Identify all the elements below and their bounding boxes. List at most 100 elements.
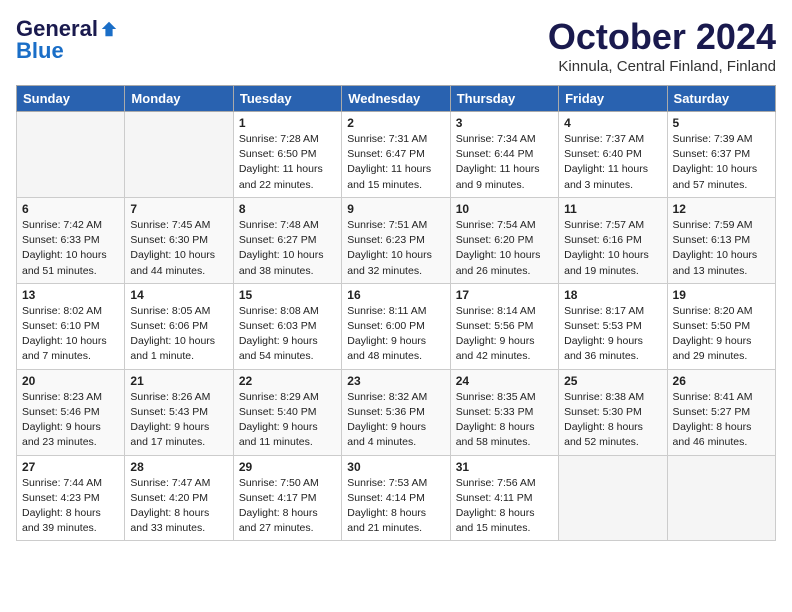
daylight-text: Daylight: 9 hours and 17 minutes. <box>130 421 209 448</box>
calendar-day-cell <box>559 455 667 541</box>
day-detail: Sunrise: 8:29 AM Sunset: 5:40 PM Dayligh… <box>239 390 336 451</box>
day-number: 6 <box>22 202 119 216</box>
sunrise-text: Sunrise: 8:41 AM <box>673 391 753 403</box>
calendar-day-cell: 12 Sunrise: 7:59 AM Sunset: 6:13 PM Dayl… <box>667 197 775 283</box>
sunset-text: Sunset: 4:11 PM <box>456 492 533 504</box>
day-number: 20 <box>22 374 119 388</box>
sunset-text: Sunset: 5:53 PM <box>564 320 642 332</box>
day-detail: Sunrise: 7:28 AM Sunset: 6:50 PM Dayligh… <box>239 132 336 193</box>
sunrise-text: Sunrise: 7:53 AM <box>347 477 427 489</box>
sunset-text: Sunset: 6:30 PM <box>130 234 208 246</box>
calendar-day-cell <box>667 455 775 541</box>
sunset-text: Sunset: 5:50 PM <box>673 320 751 332</box>
day-number: 12 <box>673 202 770 216</box>
day-detail: Sunrise: 7:53 AM Sunset: 4:14 PM Dayligh… <box>347 476 444 537</box>
calendar-day-cell: 15 Sunrise: 8:08 AM Sunset: 6:03 PM Dayl… <box>233 283 341 369</box>
sunrise-text: Sunrise: 8:38 AM <box>564 391 644 403</box>
day-number: 11 <box>564 202 661 216</box>
day-number: 22 <box>239 374 336 388</box>
sunset-text: Sunset: 6:37 PM <box>673 148 751 160</box>
calendar-day-cell: 6 Sunrise: 7:42 AM Sunset: 6:33 PM Dayli… <box>17 197 125 283</box>
calendar-day-cell: 11 Sunrise: 7:57 AM Sunset: 6:16 PM Dayl… <box>559 197 667 283</box>
day-detail: Sunrise: 8:02 AM Sunset: 6:10 PM Dayligh… <box>22 304 119 365</box>
day-number: 23 <box>347 374 444 388</box>
daylight-text: Daylight: 10 hours and 19 minutes. <box>564 249 649 276</box>
calendar-day-cell: 22 Sunrise: 8:29 AM Sunset: 5:40 PM Dayl… <box>233 369 341 455</box>
day-detail: Sunrise: 7:47 AM Sunset: 4:20 PM Dayligh… <box>130 476 227 537</box>
calendar-day-cell: 19 Sunrise: 8:20 AM Sunset: 5:50 PM Dayl… <box>667 283 775 369</box>
sunset-text: Sunset: 5:43 PM <box>130 406 208 418</box>
logo: General Blue <box>16 16 118 64</box>
sunrise-text: Sunrise: 8:05 AM <box>130 305 210 317</box>
calendar-day-cell: 1 Sunrise: 7:28 AM Sunset: 6:50 PM Dayli… <box>233 112 341 198</box>
sunrise-text: Sunrise: 7:51 AM <box>347 219 427 231</box>
sunrise-text: Sunrise: 8:08 AM <box>239 305 319 317</box>
sunrise-text: Sunrise: 7:50 AM <box>239 477 319 489</box>
location: Kinnula, Central Finland, Finland <box>548 58 776 75</box>
day-number: 26 <box>673 374 770 388</box>
calendar-day-cell: 5 Sunrise: 7:39 AM Sunset: 6:37 PM Dayli… <box>667 112 775 198</box>
day-detail: Sunrise: 8:17 AM Sunset: 5:53 PM Dayligh… <box>564 304 661 365</box>
daylight-text: Daylight: 10 hours and 57 minutes. <box>673 163 758 190</box>
sunset-text: Sunset: 4:20 PM <box>130 492 208 504</box>
title-block: October 2024 Kinnula, Central Finland, F… <box>548 16 776 75</box>
day-detail: Sunrise: 8:08 AM Sunset: 6:03 PM Dayligh… <box>239 304 336 365</box>
daylight-text: Daylight: 10 hours and 26 minutes. <box>456 249 541 276</box>
sunset-text: Sunset: 4:14 PM <box>347 492 425 504</box>
calendar-day-cell: 17 Sunrise: 8:14 AM Sunset: 5:56 PM Dayl… <box>450 283 558 369</box>
sunset-text: Sunset: 5:27 PM <box>673 406 751 418</box>
day-detail: Sunrise: 8:23 AM Sunset: 5:46 PM Dayligh… <box>22 390 119 451</box>
day-detail: Sunrise: 7:37 AM Sunset: 6:40 PM Dayligh… <box>564 132 661 193</box>
calendar-day-cell: 16 Sunrise: 8:11 AM Sunset: 6:00 PM Dayl… <box>342 283 450 369</box>
sunset-text: Sunset: 6:33 PM <box>22 234 100 246</box>
day-number: 19 <box>673 288 770 302</box>
calendar-day-cell: 31 Sunrise: 7:56 AM Sunset: 4:11 PM Dayl… <box>450 455 558 541</box>
day-number: 21 <box>130 374 227 388</box>
sunset-text: Sunset: 6:10 PM <box>22 320 100 332</box>
day-detail: Sunrise: 8:32 AM Sunset: 5:36 PM Dayligh… <box>347 390 444 451</box>
daylight-text: Daylight: 11 hours and 15 minutes. <box>347 163 431 190</box>
day-number: 15 <box>239 288 336 302</box>
calendar-day-cell: 28 Sunrise: 7:47 AM Sunset: 4:20 PM Dayl… <box>125 455 233 541</box>
day-number: 29 <box>239 460 336 474</box>
calendar-day-cell: 14 Sunrise: 8:05 AM Sunset: 6:06 PM Dayl… <box>125 283 233 369</box>
sunset-text: Sunset: 6:27 PM <box>239 234 317 246</box>
calendar-day-cell: 4 Sunrise: 7:37 AM Sunset: 6:40 PM Dayli… <box>559 112 667 198</box>
calendar-day-cell <box>125 112 233 198</box>
sunset-text: Sunset: 6:16 PM <box>564 234 642 246</box>
day-number: 10 <box>456 202 553 216</box>
logo-blue: Blue <box>16 38 64 64</box>
daylight-text: Daylight: 8 hours and 15 minutes. <box>456 507 535 534</box>
day-number: 4 <box>564 116 661 130</box>
sunset-text: Sunset: 5:56 PM <box>456 320 534 332</box>
day-header-thursday: Thursday <box>450 86 558 112</box>
day-detail: Sunrise: 7:44 AM Sunset: 4:23 PM Dayligh… <box>22 476 119 537</box>
day-detail: Sunrise: 8:41 AM Sunset: 5:27 PM Dayligh… <box>673 390 770 451</box>
calendar-header-row: SundayMondayTuesdayWednesdayThursdayFrid… <box>17 86 776 112</box>
calendar-day-cell: 7 Sunrise: 7:45 AM Sunset: 6:30 PM Dayli… <box>125 197 233 283</box>
daylight-text: Daylight: 8 hours and 39 minutes. <box>22 507 101 534</box>
calendar-day-cell: 2 Sunrise: 7:31 AM Sunset: 6:47 PM Dayli… <box>342 112 450 198</box>
daylight-text: Daylight: 9 hours and 36 minutes. <box>564 335 643 362</box>
sunrise-text: Sunrise: 7:54 AM <box>456 219 536 231</box>
day-number: 5 <box>673 116 770 130</box>
daylight-text: Daylight: 10 hours and 32 minutes. <box>347 249 432 276</box>
daylight-text: Daylight: 9 hours and 48 minutes. <box>347 335 426 362</box>
day-detail: Sunrise: 7:57 AM Sunset: 6:16 PM Dayligh… <box>564 218 661 279</box>
calendar-day-cell: 20 Sunrise: 8:23 AM Sunset: 5:46 PM Dayl… <box>17 369 125 455</box>
daylight-text: Daylight: 10 hours and 13 minutes. <box>673 249 758 276</box>
sunset-text: Sunset: 4:23 PM <box>22 492 100 504</box>
day-number: 30 <box>347 460 444 474</box>
day-number: 7 <box>130 202 227 216</box>
day-number: 17 <box>456 288 553 302</box>
calendar-day-cell: 18 Sunrise: 8:17 AM Sunset: 5:53 PM Dayl… <box>559 283 667 369</box>
daylight-text: Daylight: 11 hours and 9 minutes. <box>456 163 540 190</box>
day-detail: Sunrise: 8:35 AM Sunset: 5:33 PM Dayligh… <box>456 390 553 451</box>
day-number: 13 <box>22 288 119 302</box>
sunset-text: Sunset: 5:40 PM <box>239 406 317 418</box>
daylight-text: Daylight: 9 hours and 11 minutes. <box>239 421 318 448</box>
sunset-text: Sunset: 6:06 PM <box>130 320 208 332</box>
sunrise-text: Sunrise: 7:59 AM <box>673 219 753 231</box>
day-detail: Sunrise: 7:48 AM Sunset: 6:27 PM Dayligh… <box>239 218 336 279</box>
day-detail: Sunrise: 8:05 AM Sunset: 6:06 PM Dayligh… <box>130 304 227 365</box>
